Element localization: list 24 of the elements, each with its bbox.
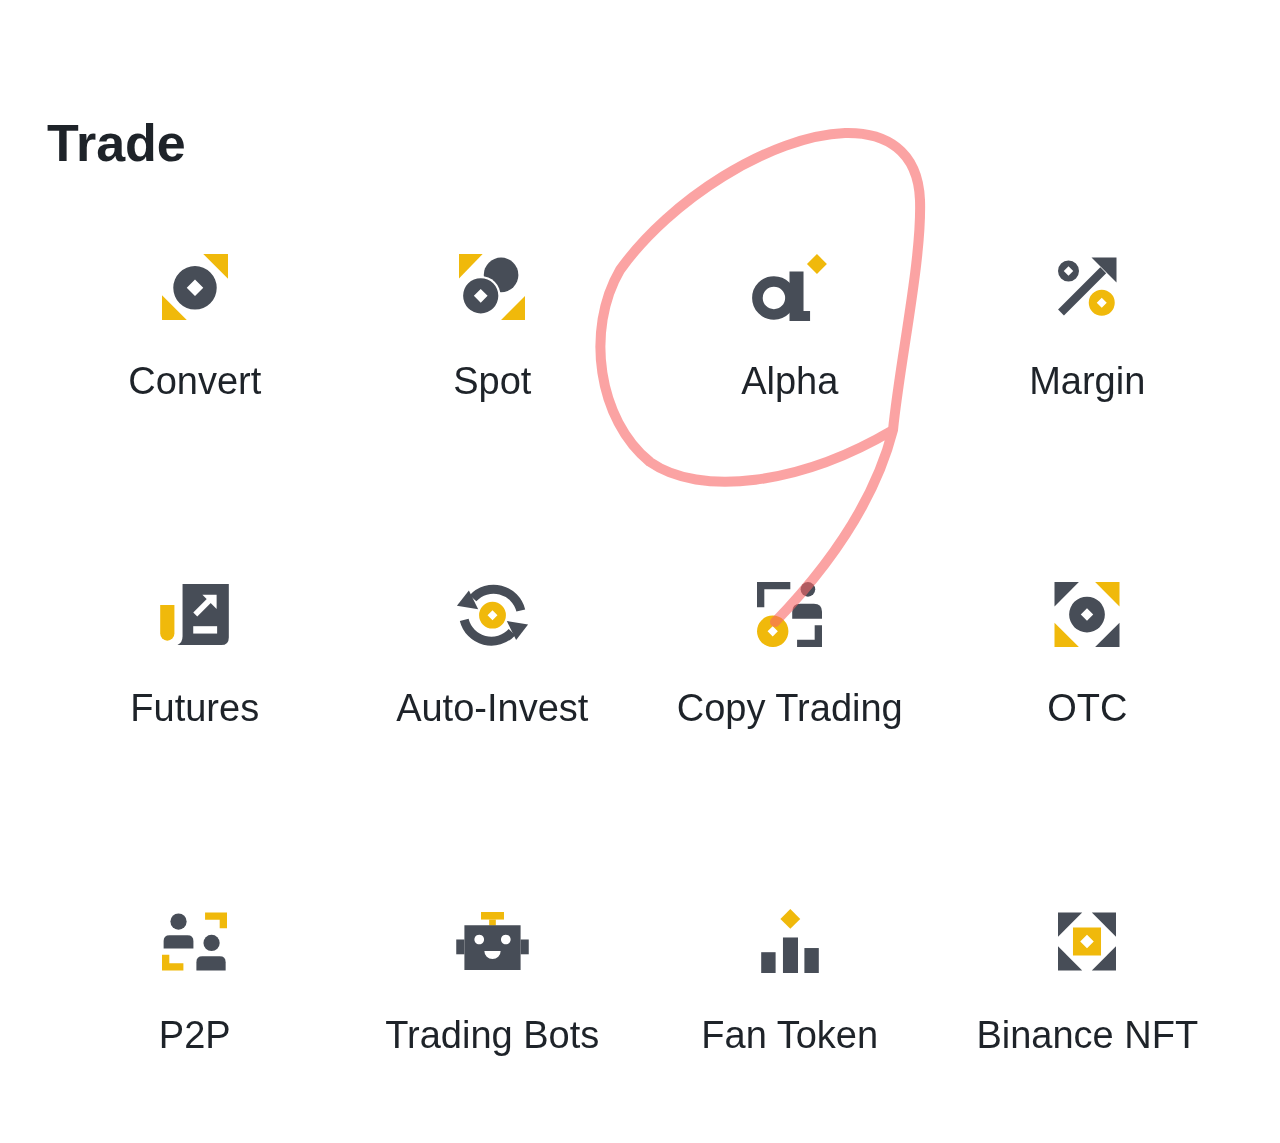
bar-chart-icon xyxy=(760,909,819,973)
shortcut-item[interactable]: Copy Trading xyxy=(676,579,903,730)
alpha-icon xyxy=(752,253,828,321)
shortcut-item[interactable]: Futures xyxy=(130,579,260,730)
shortcut-item[interactable]: Trading Bots xyxy=(385,906,600,1057)
two-people-icon xyxy=(162,911,228,971)
diamond-square-icon xyxy=(1058,911,1117,971)
shortcut-item[interactable]: Binance NFT xyxy=(976,906,1199,1057)
document-arrow-icon xyxy=(160,583,230,645)
section-title: Trade xyxy=(47,113,186,174)
shortcut-item[interactable]: P2P xyxy=(158,906,231,1057)
shortcut-item[interactable]: Auto-Invest xyxy=(396,579,589,730)
coin-square-icon xyxy=(1054,581,1121,647)
shortcut-item[interactable]: OTC xyxy=(1047,579,1128,730)
shortcut-item[interactable]: Convert xyxy=(128,252,262,403)
shortcut-item[interactable]: Margin xyxy=(1029,252,1146,403)
robot-icon xyxy=(455,912,529,970)
percent-arrow-icon xyxy=(1057,257,1118,317)
shortcut-item[interactable]: Alpha xyxy=(741,252,839,403)
shortcut-item[interactable]: Fan Token xyxy=(701,906,879,1057)
two-coins-icon xyxy=(459,254,526,320)
person-coin-icon xyxy=(757,581,823,647)
shortcut-item[interactable]: Spot xyxy=(453,252,532,403)
coin-corners-icon xyxy=(161,254,228,320)
